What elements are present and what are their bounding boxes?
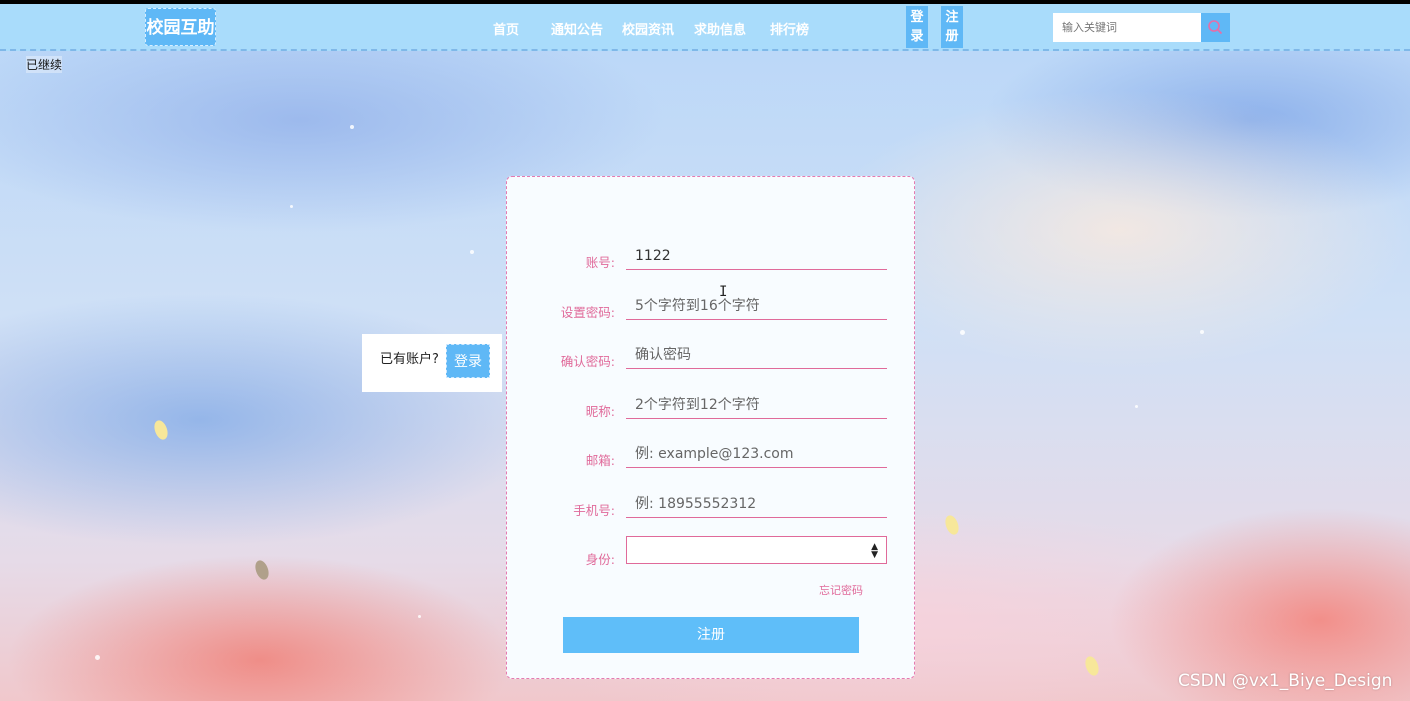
phone-field[interactable] — [626, 490, 887, 518]
search-input[interactable] — [1053, 13, 1201, 42]
identity-select[interactable]: ▲ ▼ — [626, 536, 887, 564]
confirm-password-label: 确认密码: — [560, 354, 615, 369]
header-register-char-1: 注 — [945, 10, 959, 25]
password-field[interactable] — [626, 292, 887, 320]
status-text: 已继续 — [26, 56, 63, 73]
text-cursor-icon: I — [719, 284, 728, 300]
register-form: 账号: 设置密码: 确认密码: 昵称: 邮箱: 手机号: 身份: ▲▼ 忘记密码… — [506, 176, 915, 679]
header-bar: 校园互助 首页 通知公告 校园资讯 求助信息 排行榜 登 录 注 册 — [0, 4, 1410, 51]
header-login-char-1: 登 — [910, 10, 924, 25]
header-register-button[interactable]: 注 册 — [941, 6, 963, 48]
select-arrows-icon: ▲ ▼ — [871, 542, 878, 560]
nav-notices[interactable]: 通知公告 — [551, 19, 603, 38]
search-icon — [1208, 20, 1223, 35]
login-prompt-panel: 已有账户? 登录 — [362, 334, 502, 392]
panel-login-button[interactable]: 登录 — [446, 344, 490, 378]
password-label: 设置密码: — [560, 305, 615, 320]
header-register-char-2: 册 — [945, 29, 959, 44]
nav-home[interactable]: 首页 — [493, 19, 519, 38]
header-login-char-2: 录 — [910, 29, 924, 44]
site-logo[interactable]: 校园互助 — [145, 8, 216, 46]
nickname-label: 昵称: — [585, 404, 615, 419]
nav-leaderboard[interactable]: 排行榜 — [770, 19, 809, 38]
identity-label: 身份: — [585, 552, 615, 567]
search-button[interactable] — [1201, 13, 1230, 42]
login-prompt-text: 已有账户? — [380, 352, 439, 367]
watermark: CSDN @vx1_Biye_Design — [1178, 671, 1393, 691]
nav-help-requests[interactable]: 求助信息 — [694, 19, 746, 38]
email-field[interactable] — [626, 440, 887, 468]
register-submit-button[interactable]: 注册 — [563, 617, 859, 653]
nickname-field[interactable] — [626, 391, 887, 419]
account-field[interactable] — [626, 242, 887, 270]
nav-campus-news[interactable]: 校园资讯 — [622, 19, 674, 38]
account-label: 账号: — [585, 255, 615, 270]
header-login-button[interactable]: 登 录 — [906, 6, 928, 48]
confirm-password-field[interactable] — [626, 341, 887, 369]
phone-label: 手机号: — [573, 503, 615, 518]
forgot-password-link[interactable]: 忘记密码 — [819, 582, 863, 598]
email-label: 邮箱: — [585, 453, 615, 468]
